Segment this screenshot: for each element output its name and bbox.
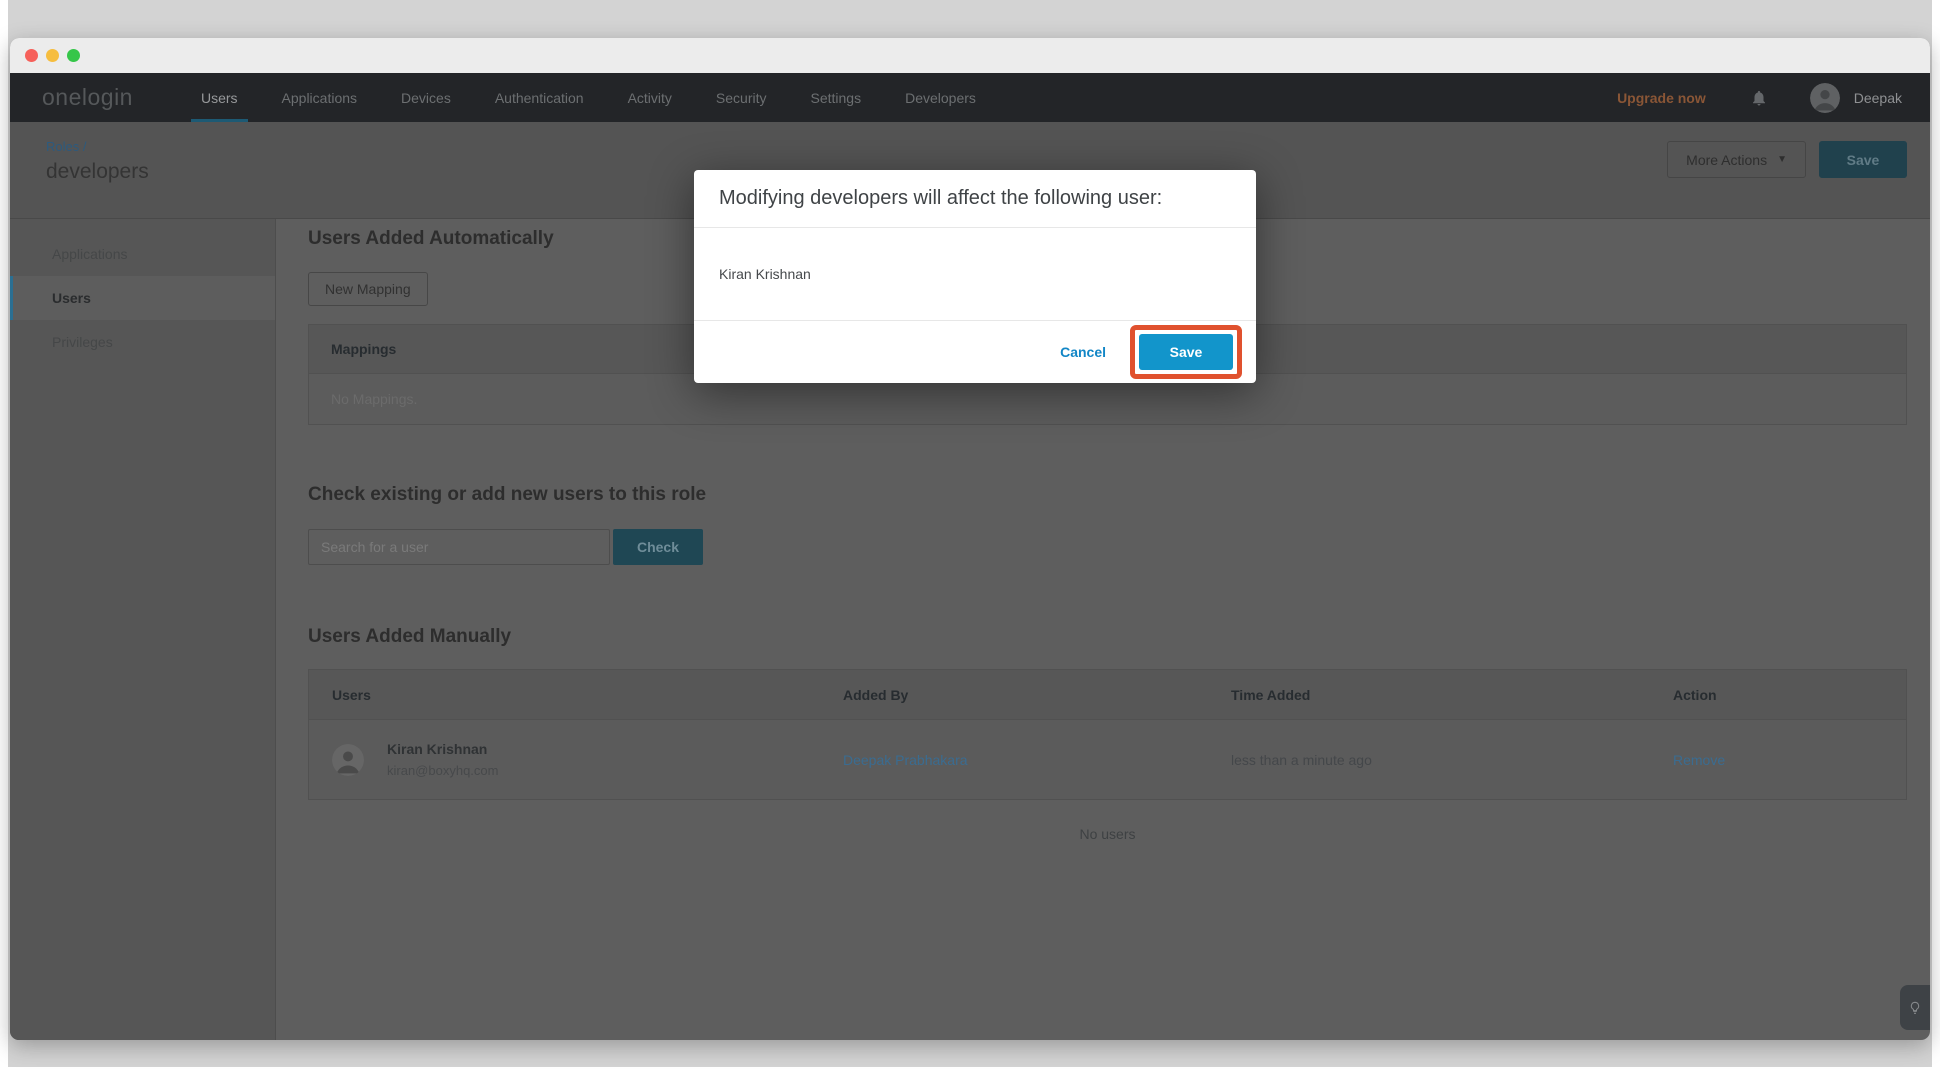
column-header-time-added: Time Added [1231, 687, 1673, 703]
header-save-button[interactable]: Save [1819, 141, 1907, 178]
navbar-right: Upgrade now Deepak [1617, 73, 1930, 122]
remove-user-link[interactable]: Remove [1673, 752, 1906, 768]
affected-user-name: Kiran Krishnan [719, 266, 811, 282]
window-titlebar [10, 38, 1930, 73]
user-avatar[interactable] [1810, 83, 1840, 113]
upgrade-now-link[interactable]: Upgrade now [1617, 90, 1706, 106]
sidebar-item-users[interactable]: Users [10, 276, 275, 320]
time-added-value: less than a minute ago [1231, 752, 1673, 768]
user-name-label[interactable]: Deepak [1854, 90, 1902, 106]
user-full-name: Kiran Krishnan [387, 741, 498, 757]
onelogin-logo: onelogin [10, 73, 157, 122]
nav-tab-authentication[interactable]: Authentication [473, 73, 606, 122]
check-section-heading: Check existing or add new users to this … [308, 481, 1907, 509]
column-header-action: Action [1673, 687, 1906, 703]
modal-header: Modifying developers will affect the fol… [694, 170, 1256, 228]
modal-footer: Cancel Save [694, 321, 1256, 383]
user-cell: Kiran Krishnan kiran@boxyhq.com [309, 741, 843, 778]
mappings-column-header: Mappings [309, 341, 396, 357]
table-row: Kiran Krishnan kiran@boxyhq.com Deepak P… [309, 720, 1906, 799]
minimize-window-icon[interactable] [46, 49, 59, 62]
user-search-row: Check [308, 529, 1907, 565]
zoom-window-icon[interactable] [67, 49, 80, 62]
row-avatar [332, 744, 364, 776]
column-header-added-by: Added By [843, 687, 1231, 703]
manual-users-table: Users Added By Time Added Action Kiran K… [308, 669, 1907, 800]
sidebar-item-privileges[interactable]: Privileges [10, 320, 275, 364]
help-lightbulb-tab[interactable] [1900, 985, 1930, 1030]
modal-title: Modifying developers will affect the fol… [719, 187, 1162, 210]
top-navbar: onelogin Users Applications Devices Auth… [10, 73, 1930, 122]
chevron-down-icon: ▼ [1777, 154, 1787, 165]
nav-tab-developers[interactable]: Developers [883, 73, 998, 122]
modal-save-button[interactable]: Save [1139, 334, 1233, 370]
added-by-link[interactable]: Deepak Prabhakara [843, 752, 1231, 768]
confirm-modal: Modifying developers will affect the fol… [694, 170, 1256, 383]
save-button-highlight-annotation: Save [1130, 325, 1242, 379]
nav-tab-security[interactable]: Security [694, 73, 789, 122]
check-button[interactable]: Check [613, 529, 703, 565]
manual-users-table-header: Users Added By Time Added Action [309, 670, 1906, 720]
nav-items: Users Applications Devices Authenticatio… [179, 73, 998, 122]
nav-tab-activity[interactable]: Activity [606, 73, 694, 122]
more-actions-button[interactable]: More Actions ▼ [1667, 141, 1806, 178]
role-sidebar: Applications Users Privileges [10, 219, 276, 1040]
nav-tab-settings[interactable]: Settings [788, 73, 883, 122]
new-mapping-button[interactable]: New Mapping [308, 272, 428, 306]
close-window-icon[interactable] [25, 49, 38, 62]
breadcrumb-roles-link[interactable]: Roles / [46, 139, 1930, 154]
more-actions-label: More Actions [1686, 152, 1767, 168]
nav-tab-users[interactable]: Users [179, 73, 260, 122]
lightbulb-icon [1907, 1000, 1923, 1016]
search-user-input[interactable] [308, 529, 610, 565]
notifications-bell-icon[interactable] [1750, 89, 1768, 107]
nav-tab-devices[interactable]: Devices [379, 73, 473, 122]
no-users-text: No users [308, 826, 1907, 842]
manual-section-heading: Users Added Manually [308, 623, 1907, 651]
modal-body: Kiran Krishnan [694, 228, 1256, 321]
column-header-users: Users [309, 687, 843, 703]
modal-cancel-button[interactable]: Cancel [1060, 344, 1106, 360]
nav-tab-applications[interactable]: Applications [260, 73, 380, 122]
sidebar-item-applications[interactable]: Applications [10, 232, 275, 276]
user-email: kiran@boxyhq.com [387, 763, 498, 778]
header-actions: More Actions ▼ Save [1667, 141, 1907, 178]
